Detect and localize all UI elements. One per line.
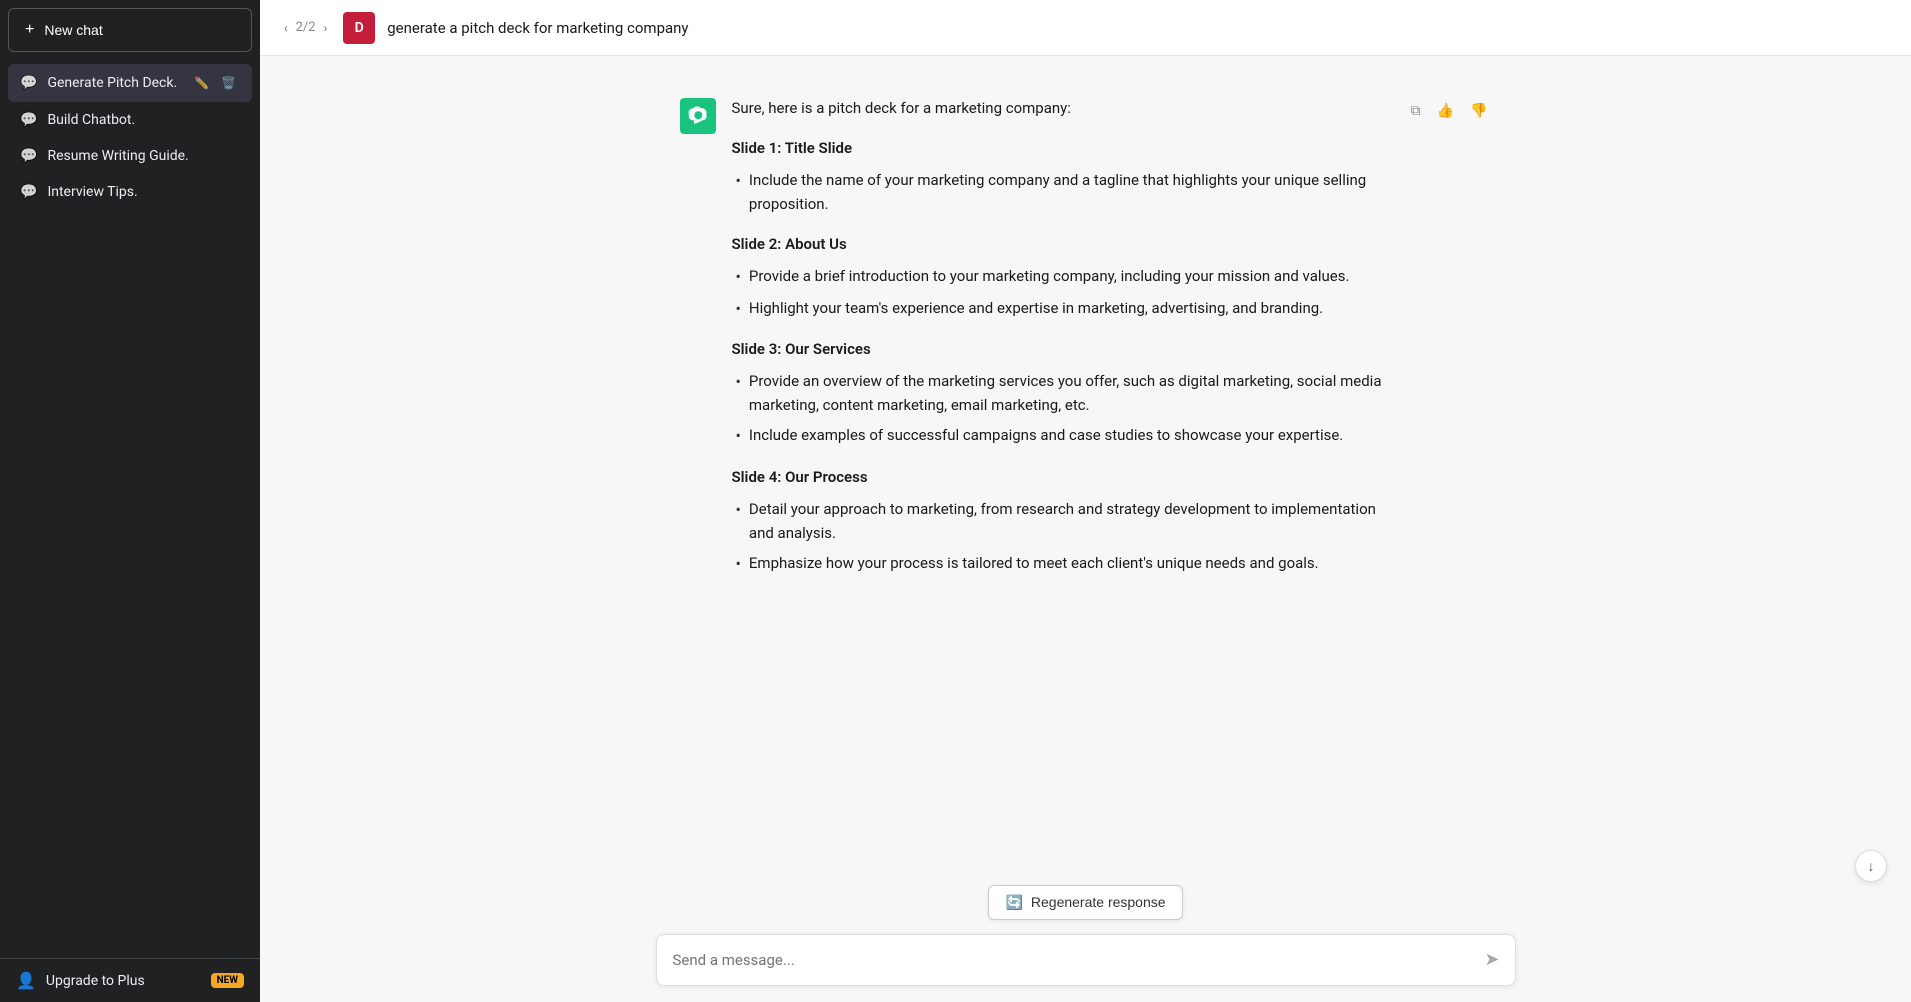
slide-2-bullets: Provide a brief introduction to your mar… — [732, 264, 1391, 321]
slide-4-bullets: Detail your approach to marketing, from … — [732, 497, 1391, 577]
next-arrow[interactable]: › — [320, 19, 332, 37]
sidebar: + New chat 💬 Generate Pitch Deck. ✏️ 🗑️ … — [0, 0, 260, 1002]
main-content: ‹ 2/2 › D generate a pitch deck for mark… — [260, 0, 1911, 1002]
new-badge: NEW — [211, 973, 244, 988]
prev-arrow[interactable]: ‹ — [280, 19, 292, 37]
chat-icon: 💬 — [20, 75, 37, 91]
slide-4-bullet-1: Detail your approach to marketing, from … — [732, 497, 1391, 545]
slide-3-bullet-2: Include examples of successful campaigns… — [732, 423, 1391, 449]
slide-2-title: Slide 2: About Us — [732, 232, 1391, 256]
slide-3-title: Slide 3: Our Services — [732, 337, 1391, 361]
slide-4-title: Slide 4: Our Process — [732, 465, 1391, 489]
assistant-avatar — [680, 98, 716, 134]
scroll-down-icon: ↓ — [1868, 858, 1875, 874]
assistant-message-block: Sure, here is a pitch deck for a marketi… — [656, 80, 1516, 600]
chat-icon: 💬 — [20, 112, 37, 128]
chat-item-label: Resume Writing Guide. — [47, 148, 240, 164]
copy-message-button[interactable]: ⧉ — [1407, 98, 1425, 123]
regenerate-container: 🔄 Regenerate response — [988, 885, 1182, 920]
new-chat-button[interactable]: + New chat — [8, 8, 252, 52]
delete-chat-button[interactable]: 🗑️ — [217, 74, 240, 92]
slide-2-bullet-2: Highlight your team's experience and exp… — [732, 296, 1391, 322]
message-intro: Sure, here is a pitch deck for a marketi… — [732, 96, 1391, 120]
assistant-message: Sure, here is a pitch deck for a marketi… — [680, 96, 1492, 584]
plus-icon: + — [25, 21, 34, 39]
chat-list: 💬 Generate Pitch Deck. ✏️ 🗑️ 💬 Build Cha… — [0, 60, 260, 958]
openai-logo-icon — [688, 106, 708, 126]
page-indicator: 2/2 — [296, 20, 316, 35]
slide-4-bullet-2: Emphasize how your process is tailored t… — [732, 551, 1391, 577]
slide-1-title: Slide 1: Title Slide — [732, 136, 1391, 160]
user-avatar: D — [343, 12, 375, 44]
copy-icon: ⧉ — [1411, 102, 1421, 119]
regenerate-response-button[interactable]: 🔄 Regenerate response — [988, 885, 1182, 920]
chat-item-label: Interview Tips. — [47, 184, 240, 200]
conversation-title: generate a pitch deck for marketing comp… — [387, 19, 688, 37]
user-icon: 👤 — [16, 971, 36, 990]
edit-chat-button[interactable]: ✏️ — [190, 74, 213, 92]
sidebar-item-resume-writing-guide[interactable]: 💬 Resume Writing Guide. — [8, 138, 252, 174]
sidebar-item-interview-tips[interactable]: 💬 Interview Tips. — [8, 174, 252, 210]
chat-icon: 💬 — [20, 184, 37, 200]
regenerate-icon: 🔄 — [1005, 894, 1022, 911]
chat-icon: 💬 — [20, 148, 37, 164]
message-input[interactable] — [656, 934, 1516, 987]
regenerate-label: Regenerate response — [1031, 894, 1166, 910]
send-icon: ➤ — [1484, 949, 1499, 970]
sidebar-item-generate-pitch-deck[interactable]: 💬 Generate Pitch Deck. ✏️ 🗑️ — [8, 64, 252, 102]
scroll-down-button[interactable]: ↓ — [1855, 850, 1887, 882]
slide-3-bullets: Provide an overview of the marketing ser… — [732, 369, 1391, 449]
thumbs-up-button[interactable]: 👍 — [1433, 98, 1458, 123]
upgrade-label: Upgrade to Plus — [46, 973, 145, 989]
chat-item-actions: ✏️ 🗑️ — [190, 74, 240, 92]
thumbs-down-icon: 👎 — [1470, 102, 1487, 119]
slide-3-bullet-1: Provide an overview of the marketing ser… — [732, 369, 1391, 417]
bottom-bar: 🔄 Regenerate response ➤ — [260, 873, 1911, 1002]
new-chat-label: New chat — [44, 22, 102, 38]
thumbs-down-button[interactable]: 👎 — [1466, 98, 1491, 123]
sidebar-item-build-chatbot[interactable]: 💬 Build Chatbot. — [8, 102, 252, 138]
chat-item-label: Generate Pitch Deck. — [47, 75, 180, 91]
chat-item-label: Build Chatbot. — [47, 112, 240, 128]
slide-2-bullet-1: Provide a brief introduction to your mar… — [732, 264, 1391, 290]
input-container: ➤ — [656, 934, 1516, 987]
thumbs-up-icon: 👍 — [1437, 102, 1454, 119]
message-actions: ⧉ 👍 👎 — [1407, 96, 1492, 123]
navigation-arrows: ‹ 2/2 › — [280, 19, 331, 37]
slide-1-bullet-1: Include the name of your marketing compa… — [732, 168, 1391, 216]
send-button[interactable]: ➤ — [1480, 945, 1503, 974]
slide-1-bullets: Include the name of your marketing compa… — [732, 168, 1391, 216]
message-text-content: Sure, here is a pitch deck for a marketi… — [732, 96, 1391, 584]
chat-area: Sure, here is a pitch deck for a marketi… — [260, 56, 1911, 873]
upgrade-to-plus-section[interactable]: 👤 Upgrade to Plus NEW — [0, 958, 260, 1002]
chat-header: ‹ 2/2 › D generate a pitch deck for mark… — [260, 0, 1911, 56]
